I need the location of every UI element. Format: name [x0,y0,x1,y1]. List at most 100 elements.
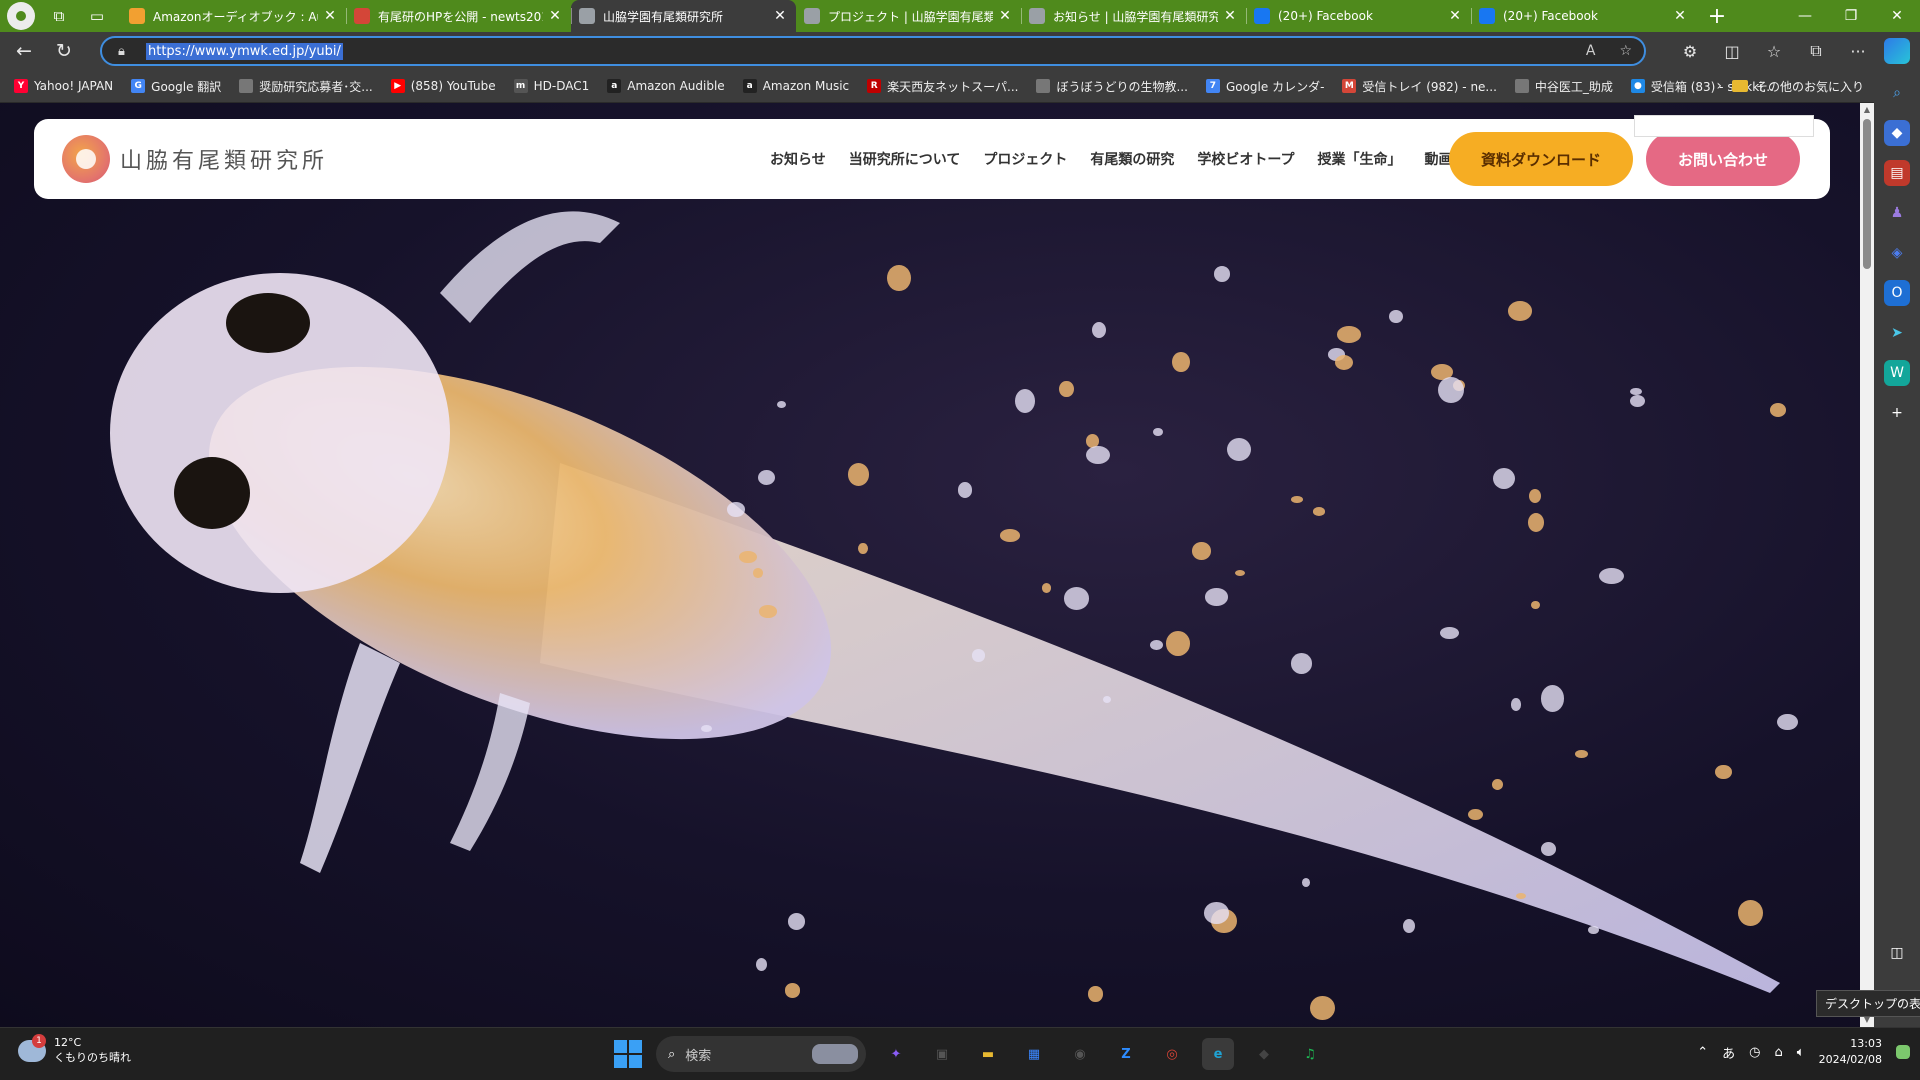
extensions-icon[interactable]: ⚙ [1674,35,1706,67]
page-scrollbar[interactable]: ▲ ▼ [1860,103,1874,1027]
plankton-particle [1491,779,1503,791]
vpn-fox-icon[interactable]: ◆ [1248,1038,1280,1070]
nav-link[interactable]: プロジェクト [983,149,1067,169]
back-button[interactable]: ← [8,35,40,67]
store-icon[interactable]: ▦ [1018,1038,1050,1070]
copilot-icon[interactable] [1884,38,1910,64]
plankton-particle [1575,749,1589,758]
profile-avatar-icon[interactable] [7,2,35,30]
other-favorites-folder[interactable]: その他のお気に入り [1731,78,1864,95]
nav-link[interactable]: お知らせ [770,149,826,169]
plankton-particle [858,542,869,554]
close-tab-icon[interactable]: ✕ [997,8,1013,24]
collections-icon[interactable]: ⧉ [1800,35,1832,67]
lock-icon[interactable]: 🔒︎ [118,44,134,59]
close-window-icon[interactable]: ✕ [1874,0,1920,32]
clock[interactable]: 13:03 2024/02/08 [1819,1036,1882,1068]
nav-link[interactable]: 学校ビオトープ [1197,149,1294,169]
windows-start-icon[interactable] [614,1040,642,1068]
more-menu-icon[interactable]: ··· [1842,35,1874,67]
bookmark-item[interactable]: R 楽天西友ネットスーパ... [867,78,1018,95]
browser-tab[interactable]: (20+) Facebook ✕ [1246,0,1471,32]
sidebar-toggle-icon[interactable]: ◫ [1884,940,1910,966]
bookmark-item[interactable]: 7 Google カレンダ- [1205,78,1324,95]
edge-icon[interactable]: e [1202,1038,1234,1070]
restore-icon[interactable]: ❐ [1828,0,1874,32]
bookmark-item[interactable]: ▶ (858) YouTube [390,79,496,93]
workspaces-icon[interactable]: ⧉ [45,2,73,30]
copilot-sidebar-icon[interactable]: ◈ [1884,240,1910,266]
zoom-icon[interactable]: Z [1110,1038,1142,1070]
plankton-particle [1541,684,1565,712]
bookmark-label: Amazon Audible [627,79,725,93]
nav-link[interactable]: 授業「生命」 [1318,149,1402,169]
browser-tab[interactable]: 山脇学園有尾類研究所 ✕ [571,0,796,32]
bookmark-item[interactable]: M 受信トレイ (982) - ne... [1342,78,1497,95]
bookmark-item[interactable]: 中谷医工_助成 [1514,78,1613,95]
notification-bell-icon[interactable] [1896,1045,1910,1059]
browser-tab[interactable]: 有尾研のHPを公開 - newts2010 ✕ [346,0,571,32]
close-tab-icon[interactable]: ✕ [772,8,788,24]
copilot-icon[interactable]: ✦ [880,1038,912,1070]
bookmark-item[interactable]: a Amazon Audible [607,79,725,93]
close-tab-icon[interactable]: ✕ [547,8,563,24]
ime-indicator[interactable]: あ [1722,1043,1735,1062]
add-sidebar-app-icon[interactable]: + [1884,400,1910,426]
refresh-button[interactable]: ↻ [48,35,80,67]
bookmark-item[interactable]: ぼうぼうどりの生物教... [1036,78,1188,95]
spotify-icon[interactable]: ♫ [1294,1038,1326,1070]
vertical-tabs-icon[interactable]: ▭ [83,2,111,30]
url-text[interactable]: https://www.ymwk.ed.jp/yubi/ [146,42,343,60]
minimize-icon[interactable]: — [1782,0,1828,32]
bookmark-item[interactable]: a Amazon Music [742,79,849,93]
favorites-icon[interactable]: ☆ [1758,35,1790,67]
read-aloud-icon[interactable]: A [1586,43,1596,59]
close-tab-icon[interactable]: ✕ [322,8,338,24]
contact-button[interactable]: お問い合わせ [1646,132,1800,186]
network-icon[interactable]: ⌂ [1775,1045,1783,1060]
bookmark-item[interactable]: m HD-DAC1 [513,79,589,93]
tools-icon[interactable]: ▤ [1884,160,1910,186]
weather-widget[interactable]: 1 12°C くもりのち晴れ [18,1033,131,1065]
bookmark-item[interactable]: 奨励研究応募者･交... [239,78,373,95]
shopping-tag-icon[interactable]: ◆ [1884,120,1910,146]
browser-tab[interactable]: お知らせ | 山脇学園有尾類研究 ✕ [1021,0,1246,32]
chevron-up-icon[interactable]: ⌃ [1697,1045,1708,1060]
chevron-right-icon[interactable]: › [1716,78,1722,94]
outlook-icon[interactable]: O [1884,280,1910,306]
new-tab-button[interactable]: + [1702,1,1732,31]
favorite-star-icon[interactable]: ☆ [1619,43,1632,59]
word-icon[interactable]: W [1884,360,1910,386]
close-tab-icon[interactable]: ✕ [1672,8,1688,24]
file-explorer-icon[interactable]: ▬ [972,1038,1004,1070]
camera-icon[interactable]: ◉ [1064,1038,1096,1070]
notification-badge: 1 [32,1033,46,1048]
bookmark-item[interactable]: Y Yahoo! JAPAN [14,79,113,93]
bookmark-item[interactable]: G Google 翻訳 [131,78,221,95]
close-tab-icon[interactable]: ✕ [1447,8,1463,24]
site-logo[interactable]: 山脇有尾類研究所 [62,135,328,183]
games-icon[interactable]: ♟ [1884,200,1910,226]
chrome-icon[interactable]: ◎ [1156,1038,1188,1070]
task-view-icon[interactable]: ▣ [926,1038,958,1070]
browser-tab[interactable]: (20+) Facebook ✕ [1471,0,1696,32]
download-materials-button[interactable]: 資料ダウンロード [1449,132,1633,186]
scroll-up-icon[interactable]: ▲ [1860,103,1874,117]
plankton-particle [1310,995,1335,1020]
drop-icon[interactable]: ➤ [1884,320,1910,346]
scroll-thumb[interactable] [1863,119,1871,269]
split-screen-icon[interactable]: ◫ [1716,35,1748,67]
close-tab-icon[interactable]: ✕ [1222,8,1238,24]
nav-link[interactable]: 有尾類の研究 [1090,149,1174,169]
browser-tab[interactable]: Amazonオーディオブック : Audible ✕ [121,0,346,32]
search-icon[interactable]: ⌕ [1884,80,1910,106]
volume-icon[interactable]: 🔈︎ [1797,1045,1805,1060]
browser-tab[interactable]: プロジェクト | 山脇学園有尾類研 ✕ [796,0,1021,32]
nav-link[interactable]: 当研究所について [849,149,961,169]
rakuten-icon: R [867,79,882,93]
time: 13:03 [1850,1037,1882,1050]
tab-title: (20+) Facebook [1503,9,1598,23]
address-bar[interactable]: 🔒︎ https://www.ymwk.ed.jp/yubi/ A ☆ [100,36,1646,66]
taskbar-search-box[interactable]: ⌕ 検索 [656,1036,866,1072]
clock-sync-icon[interactable]: ◷ [1749,1045,1760,1060]
